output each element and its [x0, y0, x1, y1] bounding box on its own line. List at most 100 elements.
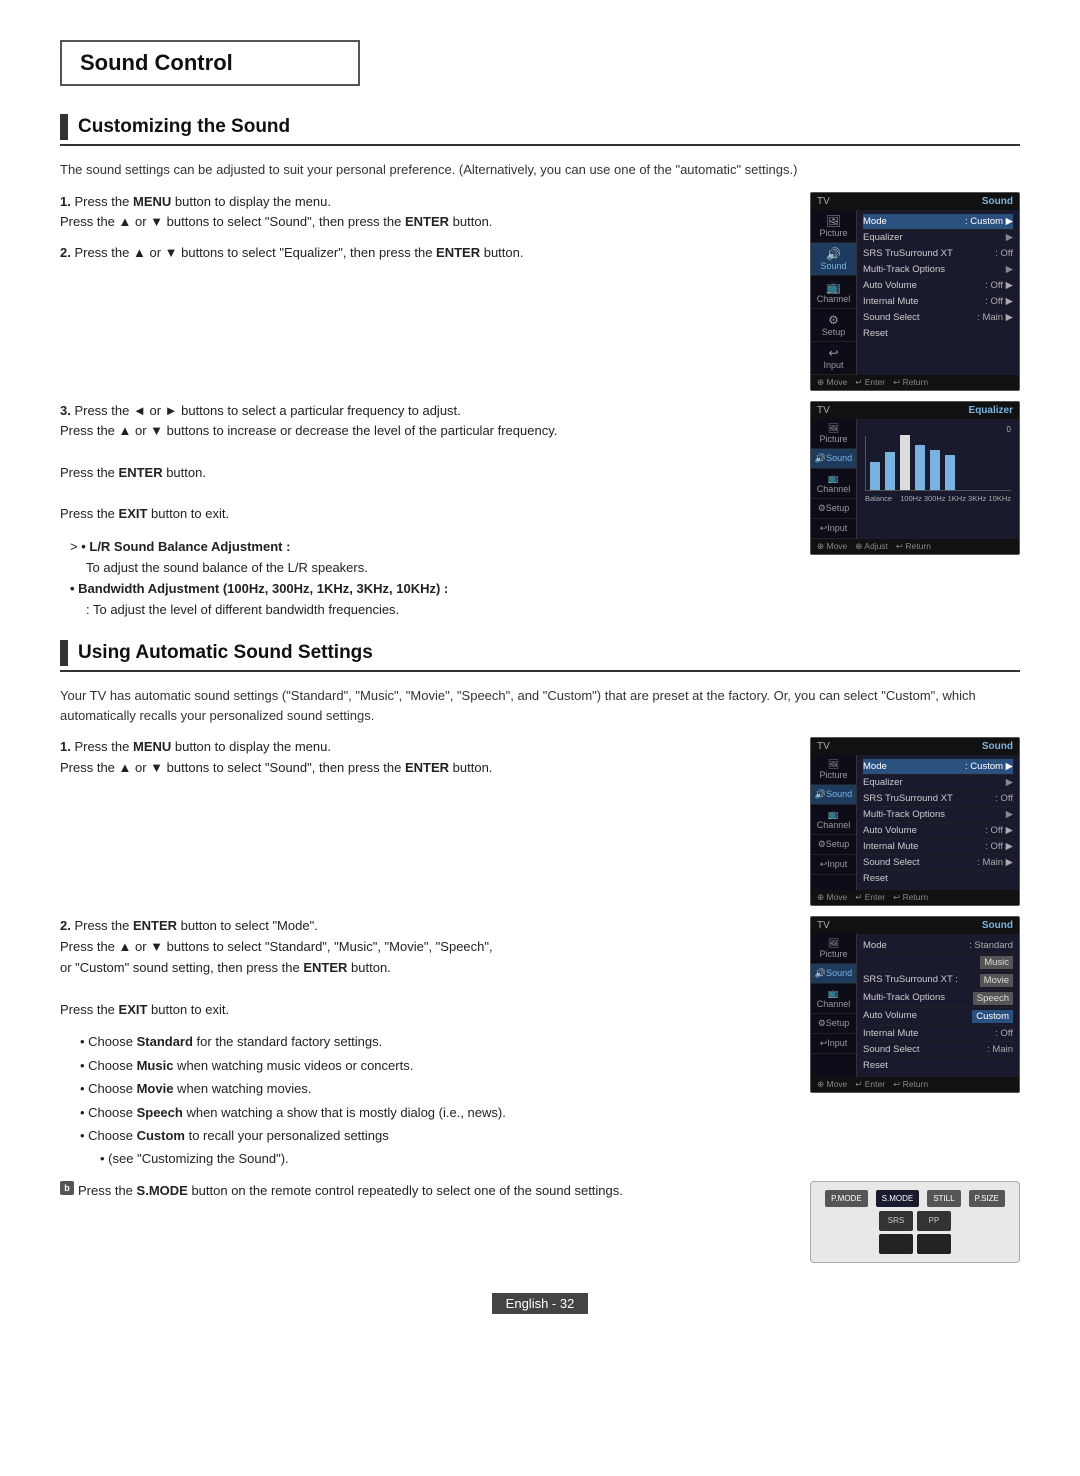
- eq-bar5: [930, 435, 940, 490]
- menu2-body: 🖼Picture 🔊Sound 📺Channel ⚙Setup ↩Input M…: [811, 755, 1019, 890]
- remote-smode: S.MODE: [876, 1190, 920, 1207]
- eq-bar1-fill: [870, 462, 880, 490]
- sidebar-picture: 🖼Picture: [811, 210, 856, 243]
- page-number: English - 32: [492, 1293, 589, 1314]
- remote-pp-label: PP: [917, 1211, 951, 1231]
- menu1-row-select: Sound Select: Main ▶: [863, 310, 1013, 326]
- lr-desc: To adjust the sound balance of the L/R s…: [70, 560, 368, 575]
- eq-header: TV Equalizer: [811, 402, 1019, 419]
- m3-row-multi: Multi-Track Options Speech: [863, 990, 1013, 1008]
- eq-sidebar-channel: 📺Channel: [811, 469, 856, 499]
- section1-content: 1. Press the MENU button to display the …: [60, 192, 1020, 391]
- section1-header: Customizing the Sound: [60, 114, 1020, 146]
- s2-step2-num: 2.: [60, 918, 71, 933]
- step2-enter-bold: ENTER: [436, 245, 480, 260]
- section2-bar: [60, 640, 68, 666]
- smode-text: Press the S.MODE button on the remote co…: [78, 1181, 623, 1202]
- menu1-row-reset: Reset: [863, 326, 1013, 341]
- picture-icon: 🖼: [814, 214, 853, 228]
- m3-row-auto: Auto Volume Custom: [863, 1008, 1013, 1026]
- tv-menu-sound1: TV Sound 🖼Picture 🔊Sound 📺Channel ⚙Setup…: [810, 192, 1020, 391]
- remote-srs-square: [879, 1234, 913, 1254]
- eq-header-right: Equalizer: [969, 405, 1013, 416]
- section2-step1-content: 1. Press the MENU button to display the …: [60, 737, 1020, 906]
- menu1-row-auto: Auto Volume: Off ▶: [863, 278, 1013, 294]
- lr-label: • L/R Sound Balance Adjustment :: [81, 539, 290, 554]
- bullet-speech: Choose Speech when watching a show that …: [80, 1101, 780, 1124]
- menu1-header-left: TV: [817, 196, 830, 207]
- menu1-header-right: Sound: [982, 196, 1013, 207]
- step3-num: 3.: [60, 403, 71, 418]
- bw-desc: : To adjust the level of different bandw…: [70, 602, 399, 617]
- standard-bold: Standard: [137, 1034, 193, 1049]
- menu3-header-left: TV: [817, 920, 830, 931]
- step2-num: 2.: [60, 245, 71, 260]
- section1-step2: 2. Press the ▲ or ▼ buttons to select "E…: [60, 243, 780, 264]
- m2-sidebar-setup: ⚙Setup: [811, 835, 856, 855]
- custom-bold: Custom: [137, 1128, 185, 1143]
- smode-note: b Press the S.MODE button on the remote …: [60, 1181, 780, 1202]
- option-custom-highlight: Custom: [972, 1010, 1013, 1023]
- step1-menu-bold: MENU: [133, 194, 171, 209]
- menu2-sidebar: 🖼Picture 🔊Sound 📺Channel ⚙Setup ↩Input: [811, 755, 857, 890]
- menu1-row-srs: SRS TruSurround XT: Off: [863, 246, 1013, 262]
- eq-bar1: [870, 435, 880, 490]
- remote-col: P.MODE S.MODE STILL P.SIZE SRS PP: [800, 1181, 1020, 1263]
- channel-icon: 📺: [814, 280, 853, 294]
- option-music: Music: [980, 956, 1013, 969]
- m3-sidebar-sound: 🔊Sound: [811, 964, 856, 984]
- bullet-see: (see "Customizing the Sound").: [80, 1147, 780, 1170]
- section2-note-content: b Press the S.MODE button on the remote …: [60, 1181, 1020, 1263]
- m3-row-mode: Mode: Standard: [863, 938, 1013, 954]
- m3-row-eq: Music: [863, 954, 1013, 972]
- menu1-row-mute: Internal Mute: Off ▶: [863, 294, 1013, 310]
- section1-eq-col: TV Equalizer 🖼Picture 🔊Sound 📺Channel ⚙S…: [800, 401, 1020, 621]
- bw-label: • Bandwidth Adjustment (100Hz, 300Hz, 1K…: [70, 581, 448, 596]
- menu3-footer: ⊕ Move↵ Enter↩ Return: [811, 1077, 1019, 1092]
- section1-text: 1. Press the MENU button to display the …: [60, 192, 780, 391]
- bullet-standard: Choose Standard for the standard factory…: [80, 1030, 780, 1053]
- eq-snd-icon: 🔊: [815, 453, 826, 463]
- eq-bar4: [915, 435, 925, 490]
- bullet-music: Choose Music when watching music videos …: [80, 1054, 780, 1077]
- sound-icon: 🔊: [814, 247, 853, 261]
- sidebar-setup: ⚙Setup: [811, 309, 856, 342]
- eq-bar2: [885, 435, 895, 490]
- section1-step3-content: 3. Press the ◄ or ► buttons to select a …: [60, 401, 1020, 621]
- section-automatic: Using Automatic Sound Settings Your TV h…: [60, 640, 1020, 1262]
- section2-intro: Your TV has automatic sound settings ("S…: [60, 686, 1020, 725]
- eq-sidebar: 🖼Picture 🔊Sound 📺Channel ⚙Setup ↩Input: [811, 419, 857, 539]
- s2-step2-exit: EXIT: [119, 1002, 148, 1017]
- eq-rl-labels: Balance 100Hz 300Hz 1KHz 3KHz 10KHz: [865, 494, 1011, 503]
- section2-note-text: b Press the S.MODE button on the remote …: [60, 1181, 780, 1263]
- movie-bold: Movie: [137, 1081, 174, 1096]
- option-speech: Speech: [973, 992, 1013, 1005]
- sidebar-channel: 📺Channel: [811, 276, 856, 309]
- m3-row-srs: SRS TruSurround XT : Movie: [863, 972, 1013, 990]
- section2-bullets: Choose Standard for the standard factory…: [60, 1030, 780, 1170]
- eq-bar5-fill: [930, 450, 940, 490]
- section2-menu2-col: TV Sound 🖼Picture 🔊Sound 📺Channel ⚙Setup…: [800, 737, 1020, 906]
- menu3-header: TV Sound: [811, 917, 1019, 934]
- tv-menu-sound2: TV Sound 🖼Picture 🔊Sound 📺Channel ⚙Setup…: [810, 737, 1020, 906]
- m2-row-reset: Reset: [863, 871, 1013, 886]
- remote-still: STILL: [927, 1190, 960, 1207]
- m2-snd-icon: 🔊: [815, 789, 826, 799]
- speech-bold: Speech: [137, 1105, 183, 1120]
- lr-arrow: >: [70, 539, 78, 554]
- eq-sidebar-sound: 🔊Sound: [811, 449, 856, 469]
- remote-pp-square: [917, 1234, 951, 1254]
- m3-row-mute: Internal Mute: Off: [863, 1026, 1013, 1042]
- section1-img-col: TV Sound 🖼Picture 🔊Sound 📺Channel ⚙Setup…: [800, 192, 1020, 391]
- eq-inp-icon: ↩: [820, 523, 828, 533]
- eq-sidebar-input: ↩Input: [811, 519, 856, 539]
- menu1-main: Mode: Custom ▶ Equalizer▶ SRS TruSurroun…: [857, 210, 1019, 375]
- m2-sidebar-channel: 📺Channel: [811, 805, 856, 835]
- menu1-row-mode: Mode: Custom ▶: [863, 214, 1013, 230]
- m2-sidebar-sound: 🔊Sound: [811, 785, 856, 805]
- note-icon: b: [60, 1181, 74, 1195]
- eq-bar2-fill: [885, 452, 895, 490]
- section-customizing: Customizing the Sound The sound settings…: [60, 114, 1020, 620]
- section2-step1: 1. Press the MENU button to display the …: [60, 737, 780, 779]
- section2-step1-text: 1. Press the MENU button to display the …: [60, 737, 780, 906]
